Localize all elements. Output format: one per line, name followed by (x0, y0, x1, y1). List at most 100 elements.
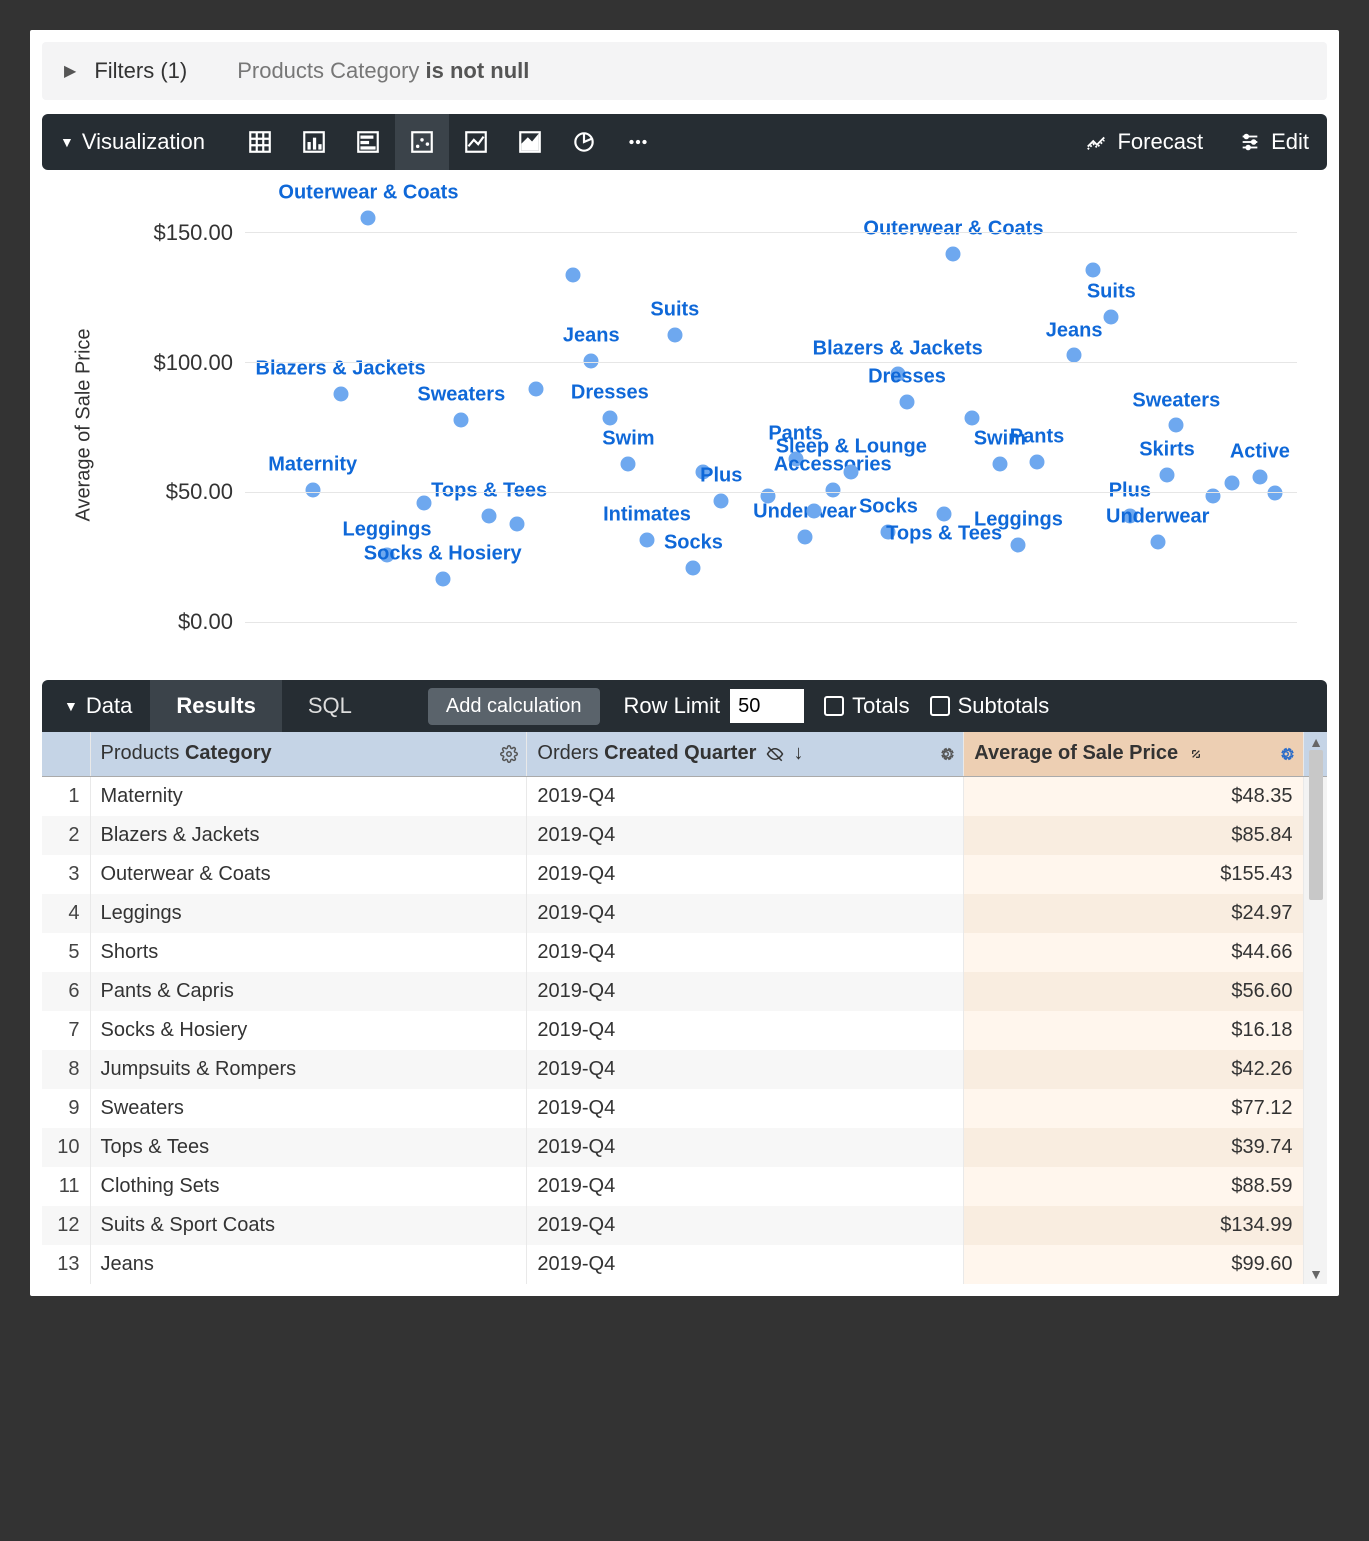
table-row[interactable]: 8Jumpsuits & Rompers2019-Q4$42.26 (42, 1050, 1327, 1089)
viz-area-icon[interactable] (503, 114, 557, 170)
cell-quarter: 2019-Q4 (527, 894, 964, 933)
forecast-button[interactable]: Forecast (1067, 114, 1221, 170)
scatter-point[interactable] (640, 532, 655, 547)
chart-plot-area[interactable]: MaternityBlazers & JacketsOuterwear & Co… (257, 205, 1297, 620)
table-row[interactable]: 3Outerwear & Coats2019-Q4$155.43 (42, 855, 1327, 894)
y-tick-label: $100.00 (100, 350, 245, 376)
scatter-label: Leggings (343, 519, 432, 542)
table-row[interactable]: 7Socks & Hosiery2019-Q4$16.18 (42, 1011, 1327, 1050)
sort-down-icon[interactable]: ↓ (793, 742, 803, 764)
table-row[interactable]: 11Clothing Sets2019-Q4$88.59 (42, 1167, 1327, 1206)
cell-category: Maternity (90, 776, 527, 816)
scrollbar-thumb[interactable] (1309, 750, 1323, 900)
y-tick: $0.00 (100, 609, 1297, 635)
table-row[interactable]: 5Shorts2019-Q4$44.66 (42, 933, 1327, 972)
scatter-point[interactable] (1030, 454, 1045, 469)
scatter-point[interactable] (965, 410, 980, 425)
scatter-point[interactable] (1169, 418, 1184, 433)
subtotals-checkbox[interactable]: Subtotals (930, 680, 1050, 732)
table-row[interactable]: 2Blazers & Jackets2019-Q4$85.84 (42, 816, 1327, 855)
header-category[interactable]: Products Category (90, 732, 527, 776)
scatter-point[interactable] (686, 561, 701, 576)
cell-category: Clothing Sets (90, 1167, 527, 1206)
scatter-point[interactable] (937, 506, 952, 521)
table-row[interactable]: 4Leggings2019-Q4$24.97 (42, 894, 1327, 933)
totals-label: Totals (852, 693, 909, 719)
viz-table-icon[interactable] (233, 114, 287, 170)
filters-bar[interactable]: ▶ Filters (1) Products Category is not n… (42, 42, 1327, 100)
cell-value: $16.18 (964, 1011, 1303, 1050)
scatter-point[interactable] (1104, 309, 1119, 324)
totals-checkbox[interactable]: Totals (824, 680, 909, 732)
scatter-point[interactable] (528, 382, 543, 397)
scatter-point[interactable] (807, 504, 822, 519)
viz-line-icon[interactable] (449, 114, 503, 170)
scatter-point[interactable] (667, 327, 682, 342)
table-row[interactable]: 10Tops & Tees2019-Q4$39.74 (42, 1128, 1327, 1167)
scatter-point[interactable] (797, 530, 812, 545)
gear-icon[interactable] (500, 745, 518, 763)
cell-category: Suits & Sport Coats (90, 1206, 527, 1245)
scroll-up-icon[interactable]: ▲ (1309, 734, 1323, 750)
cell-quarter: 2019-Q4 (527, 776, 964, 816)
header-quarter[interactable]: Orders Created Quarter ↓ (527, 732, 964, 776)
scatter-point[interactable] (900, 395, 915, 410)
scatter-point[interactable] (621, 457, 636, 472)
scatter-point[interactable] (1011, 537, 1026, 552)
scatter-label: Swim (602, 428, 654, 451)
scatter-label: Jeans (563, 324, 620, 347)
cell-quarter: 2019-Q4 (527, 1167, 964, 1206)
scatter-point[interactable] (565, 268, 580, 283)
scatter-point[interactable] (454, 413, 469, 428)
checkbox-icon (824, 696, 844, 716)
gear-icon[interactable] (1277, 745, 1295, 763)
scatter-point[interactable] (602, 410, 617, 425)
scatter-point[interactable] (482, 509, 497, 524)
table-row[interactable]: 9Sweaters2019-Q4$77.12 (42, 1089, 1327, 1128)
scatter-point[interactable] (510, 517, 525, 532)
gear-icon[interactable] (937, 745, 955, 763)
scatter-label: Outerwear & Coats (278, 182, 458, 205)
scatter-label: Active (1230, 441, 1290, 464)
tab-sql[interactable]: SQL (282, 680, 378, 732)
cell-value: $77.12 (964, 1089, 1303, 1128)
cell-quarter: 2019-Q4 (527, 972, 964, 1011)
tab-results[interactable]: Results (150, 680, 281, 732)
cell-quarter: 2019-Q4 (527, 1128, 964, 1167)
table-row[interactable]: 1Maternity2019-Q4$48.35 (42, 776, 1327, 816)
table-row[interactable]: 6Pants & Capris2019-Q4$56.60 (42, 972, 1327, 1011)
table-row[interactable]: 12Suits & Sport Coats2019-Q4$134.99 (42, 1206, 1327, 1245)
scatter-point[interactable] (844, 465, 859, 480)
y-tick: $150.00 (100, 220, 1297, 246)
scroll-down-icon[interactable]: ▼ (1309, 1266, 1323, 1282)
scatter-point[interactable] (946, 247, 961, 262)
add-calculation-button[interactable]: Add calculation (428, 688, 600, 725)
viz-toggle[interactable]: ▼ Visualization (42, 114, 223, 170)
cell-category: Blazers & Jackets (90, 816, 527, 855)
viz-scatter-icon[interactable] (395, 114, 449, 170)
filters-label: Filters (1) (94, 58, 187, 84)
cell-category: Jeans (90, 1245, 527, 1284)
scatter-point[interactable] (1150, 535, 1165, 550)
scatter-label: Sleep & Lounge (776, 436, 927, 459)
scatter-point[interactable] (1085, 262, 1100, 277)
edit-button[interactable]: Edit (1221, 114, 1327, 170)
scatter-point[interactable] (435, 571, 450, 586)
scatter-point[interactable] (992, 457, 1007, 472)
scatter-label: Skirts (1139, 438, 1195, 461)
cell-quarter: 2019-Q4 (527, 855, 964, 894)
viz-bar-icon[interactable] (341, 114, 395, 170)
header-avg-price[interactable]: Average of Sale Price (964, 732, 1303, 776)
viz-pie-icon[interactable] (557, 114, 611, 170)
table-row[interactable]: 13Jeans2019-Q4$99.60 (42, 1245, 1327, 1284)
scatter-label: Intimates (603, 503, 691, 526)
scatter-chart: Average of Sale Price MaternityBlazers &… (42, 170, 1327, 680)
viz-column-icon[interactable] (287, 114, 341, 170)
cell-value: $39.74 (964, 1128, 1303, 1167)
scatter-point[interactable] (333, 387, 348, 402)
viz-more-icon[interactable] (611, 114, 665, 170)
row-limit-input[interactable] (730, 689, 804, 723)
pivot-icon[interactable] (1188, 746, 1204, 762)
data-toggle[interactable]: ▼ Data (42, 680, 150, 732)
eye-off-icon[interactable] (766, 745, 784, 763)
